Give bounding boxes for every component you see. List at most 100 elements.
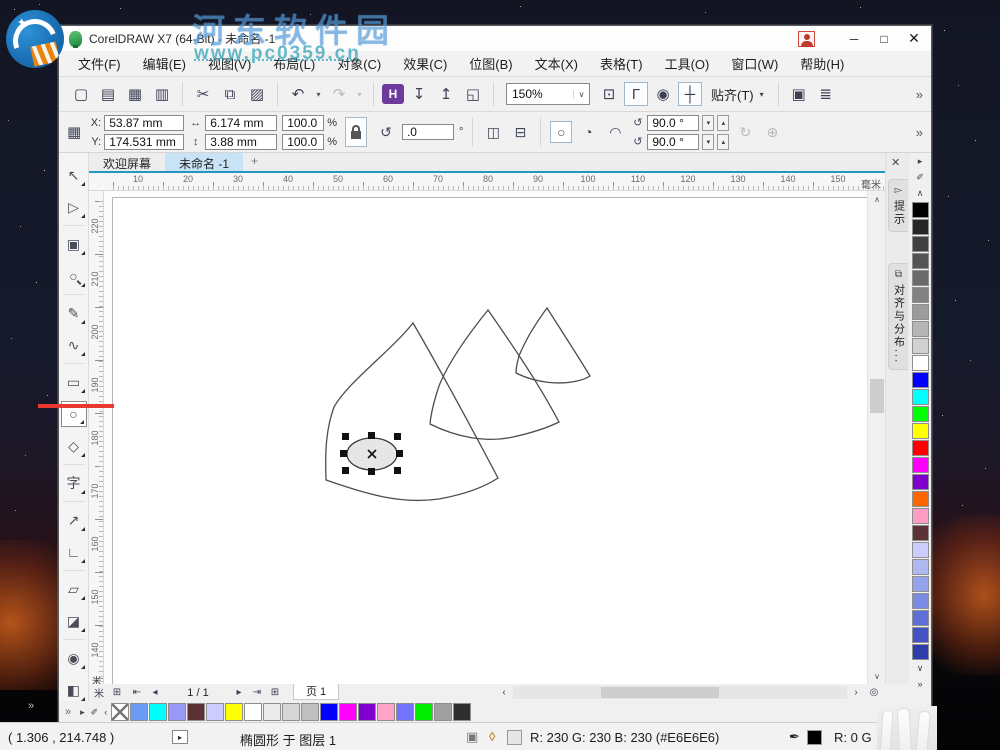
menu-item[interactable]: 文本(X) <box>524 51 589 76</box>
color-swatch[interactable] <box>415 703 433 721</box>
save-icon[interactable]: ▦ <box>123 82 147 106</box>
color-swatch[interactable] <box>187 703 205 721</box>
import-icon[interactable]: ↧ <box>407 82 431 106</box>
color-swatch[interactable] <box>912 627 929 643</box>
palette-expand[interactable]: » <box>917 676 922 692</box>
zoom-tool[interactable]: ○ <box>61 263 87 289</box>
menu-item[interactable]: 对象(C) <box>326 51 392 76</box>
lock-ratio-button[interactable] <box>345 117 367 147</box>
selection-handle[interactable] <box>394 467 401 474</box>
color-swatch[interactable] <box>130 703 148 721</box>
color-swatch[interactable] <box>912 406 929 422</box>
palette-scroll-left[interactable]: ‹ <box>104 707 107 717</box>
palette-flyout-icon[interactable]: ▸ <box>918 153 923 169</box>
maximize-button[interactable]: □ <box>869 28 899 50</box>
color-swatch[interactable] <box>912 287 929 303</box>
navigator-button[interactable]: ◎ <box>865 685 883 700</box>
document-tab[interactable]: 欢迎屏幕 <box>89 153 165 171</box>
color-swatch[interactable] <box>377 703 395 721</box>
object-height-field[interactable]: 3.88 mm <box>205 134 277 150</box>
scroll-up-button[interactable]: ∧ <box>868 191 886 207</box>
color-swatch[interactable] <box>912 491 929 507</box>
connector-tool[interactable]: ∟ <box>61 539 87 565</box>
color-swatch[interactable] <box>912 525 929 541</box>
title-bar[interactable]: CorelDRAW X7 (64-Bit) - 未命名 -1 ─ □ ✕ <box>59 26 931 51</box>
dockers-icon[interactable]: ≣ <box>814 82 838 106</box>
spin-down-button[interactable]: ▾ <box>702 115 714 131</box>
color-swatch[interactable] <box>912 610 929 626</box>
object-width-field[interactable]: 6.174 mm <box>205 115 277 131</box>
close-button[interactable]: ✕ <box>899 28 929 50</box>
fit-page-icon[interactable]: ⊡ <box>597 82 621 106</box>
vertical-scrollbar[interactable]: ∧ ∨ <box>867 191 885 684</box>
mirror-vertical-button[interactable]: ⊟ <box>509 121 531 143</box>
polygon-tool[interactable]: ◇ <box>61 433 87 459</box>
open-icon[interactable]: ▤ <box>96 82 120 106</box>
cut-icon[interactable]: ✂ <box>191 82 215 106</box>
selection-handle[interactable] <box>342 433 349 440</box>
curve-shape-1[interactable] <box>326 323 498 500</box>
y-position-field[interactable]: 174.531 mm <box>104 134 184 150</box>
add-page-button[interactable]: ⊞ <box>267 685 283 700</box>
vertical-ruler[interactable]: 220210200190180170160150140 <box>89 191 104 684</box>
color-swatch[interactable] <box>434 703 452 721</box>
print-icon[interactable]: ▥ <box>150 82 174 106</box>
color-swatch[interactable] <box>168 703 186 721</box>
color-swatch[interactable] <box>912 355 929 371</box>
play-button[interactable]: ▸ <box>172 730 188 744</box>
pick-tool[interactable]: ↖ <box>61 162 87 188</box>
selection-handle[interactable] <box>368 432 375 439</box>
color-swatch[interactable] <box>912 457 929 473</box>
rectangle-tool[interactable]: ▭ <box>61 369 87 395</box>
color-swatch[interactable] <box>912 644 929 660</box>
ellipse-mode-button[interactable]: ○ <box>550 121 572 143</box>
transparency-tool[interactable]: ◪ <box>61 608 87 634</box>
show-rulers-icon[interactable]: Γ <box>624 82 648 106</box>
scroll-down-button[interactable]: ∨ <box>868 668 886 684</box>
paste-icon[interactable]: ▨ <box>245 82 269 106</box>
spin-up-button[interactable]: ▴ <box>717 115 729 131</box>
toolbar-overflow-button[interactable]: » <box>916 87 923 102</box>
zoom-level-select[interactable]: 150% ∨ <box>506 83 590 105</box>
menu-item[interactable]: 位图(B) <box>458 51 523 76</box>
menu-item[interactable]: 文件(F) <box>67 51 132 76</box>
x-position-field[interactable]: 53.87 mm <box>104 115 184 131</box>
next-page-button[interactable]: ▸ <box>231 685 247 700</box>
drop-shadow-tool[interactable]: ▱ <box>61 576 87 602</box>
shape-tool[interactable]: ▷ <box>61 194 87 220</box>
curve-shape-2[interactable] <box>430 310 559 439</box>
publish-pdf-icon[interactable]: ◱ <box>461 82 485 106</box>
color-swatch[interactable] <box>912 389 929 405</box>
last-page-button[interactable]: ⇥ <box>249 685 265 700</box>
eyedropper-icon[interactable]: ✐ <box>916 169 924 185</box>
docker-tab-hints[interactable]: ▻ 提示 <box>888 179 908 232</box>
export-icon[interactable]: ↥ <box>434 82 458 106</box>
freehand-tool[interactable]: ✎ <box>61 300 87 326</box>
chevron-down-icon[interactable]: ∨ <box>573 90 589 99</box>
dimension-tool[interactable]: ↗ <box>61 507 87 533</box>
docker-tab-align-distribute[interactable]: ⧉ 对齐与分布... <box>888 263 908 370</box>
horizontal-scrollbar[interactable] <box>513 686 847 699</box>
scale-y-field[interactable]: 100.0 <box>282 134 324 150</box>
pie-mode-button[interactable]: ◔ <box>577 121 599 143</box>
selection-handle[interactable] <box>396 450 403 457</box>
arc-mode-button[interactable]: ◠ <box>604 121 626 143</box>
menu-item[interactable]: 工具(O) <box>654 51 721 76</box>
color-swatch[interactable] <box>149 703 167 721</box>
color-swatch[interactable] <box>912 338 929 354</box>
spin-down-button[interactable]: ▾ <box>702 134 714 150</box>
menu-item[interactable]: 表格(T) <box>589 51 654 76</box>
account-icon[interactable] <box>798 31 815 47</box>
color-swatch[interactable] <box>301 703 319 721</box>
spin-up-button[interactable]: ▴ <box>717 134 729 150</box>
color-swatch[interactable] <box>396 703 414 721</box>
options-icon[interactable]: ▣ <box>787 82 811 106</box>
scrollbar-thumb[interactable] <box>870 379 884 413</box>
close-icon[interactable]: ✕ <box>891 156 900 169</box>
color-swatch[interactable] <box>912 236 929 252</box>
object-origin-icon[interactable]: ▦ <box>67 123 81 141</box>
undo-dropdown-icon[interactable]: ▾ <box>313 82 324 106</box>
color-eyedropper-tool[interactable]: ◉ <box>61 645 87 671</box>
interactive-fill-tool[interactable]: ◧ <box>61 677 87 703</box>
color-swatch[interactable] <box>912 270 929 286</box>
